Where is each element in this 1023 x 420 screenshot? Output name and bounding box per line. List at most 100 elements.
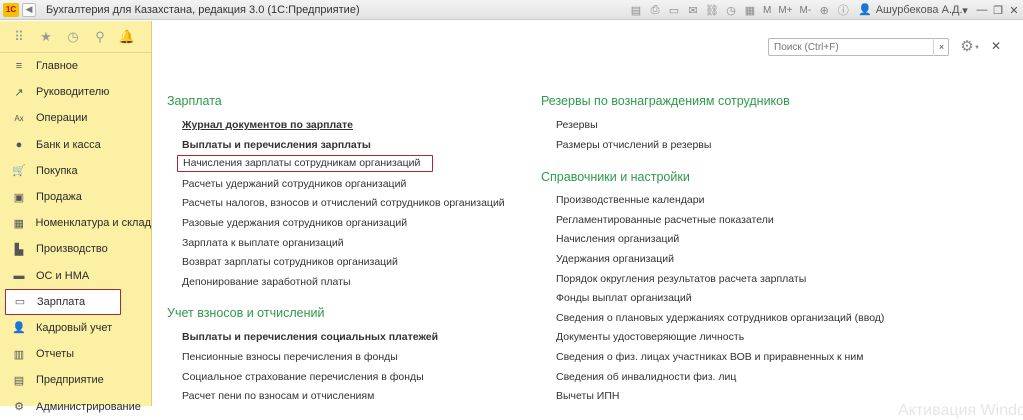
print-icon[interactable]: ⎙: [647, 2, 663, 18]
highlight-wrapper: Начисления зарплаты сотрудникам организа…: [167, 155, 537, 175]
save-icon[interactable]: ▤: [628, 2, 644, 18]
nav-link[interactable]: Расчеты налогов, взносов и отчислений со…: [167, 194, 537, 214]
zoom-icon[interactable]: ⊕: [816, 2, 832, 18]
close-window-icon[interactable]: ✕: [1006, 2, 1022, 18]
history-icon[interactable]: ◷: [723, 2, 739, 18]
link-icon[interactable]: ⛓: [704, 2, 720, 18]
sidebar-item-sale[interactable]: ▣ Продажа: [0, 184, 151, 210]
menu-icon: ≡: [15, 60, 23, 73]
back-button[interactable]: ◀: [22, 2, 36, 17]
sidebar-item-label: Продажа: [36, 191, 82, 204]
memory-plus-button[interactable]: M+: [776, 2, 794, 18]
admin-icon: ⚙: [14, 401, 24, 414]
left-column: Зарплата Журнал документов по зарплате В…: [167, 94, 537, 407]
nav-link[interactable]: Начисления организаций: [541, 230, 961, 250]
sale-icon: ▣: [13, 191, 25, 204]
sections-panel: ⠿ ★ ◷ ⚲ 🔔 ≡ Главное ↗ Руководителю Ax Опера…: [0, 21, 152, 413]
nav-link[interactable]: Сведения об инвалидности физ. лиц: [541, 368, 961, 388]
sidebar-item-label: Операции: [36, 112, 88, 125]
nav-link[interactable]: Резервы: [541, 116, 961, 136]
sidebar-item-reports[interactable]: ▥ Отчеты: [0, 341, 151, 367]
minimize-icon[interactable]: —: [974, 2, 990, 18]
chevron-down-icon[interactable]: ▼: [974, 45, 980, 51]
section-title-salary: Зарплата: [167, 94, 222, 108]
nav-link[interactable]: Удержания организаций: [541, 250, 961, 270]
nav-link[interactable]: Расчеты удержаний сотрудников организаци…: [167, 175, 537, 195]
mail-icon[interactable]: ✉: [685, 2, 701, 18]
nav-link[interactable]: Зарплата к выплате организаций: [167, 234, 537, 254]
clear-search-icon[interactable]: ×: [933, 38, 949, 56]
nav-link[interactable]: Пенсионные взносы перечисления в фонды: [167, 348, 537, 368]
nav-link[interactable]: Размеры отчислений в резервы: [541, 136, 961, 156]
history-icon[interactable]: ◷: [64, 28, 82, 46]
sidebar-item-manager[interactable]: ↗ Руководителю: [0, 79, 151, 105]
sidebar-item-bank[interactable]: ● Банк и касса: [0, 132, 151, 158]
sidebar-item-label: Зарплата: [37, 295, 86, 308]
nav-link[interactable]: Фонды выплат организаций: [541, 289, 961, 309]
favorites-icon[interactable]: ★: [37, 28, 55, 46]
sidebar-item-label: Кадровый учет: [36, 321, 113, 334]
sidebar-item-admin[interactable]: ⚙ Администрирование: [0, 393, 151, 419]
sidebar-item-enterprise[interactable]: ▤ Предприятие: [0, 367, 151, 393]
user-menu[interactable]: 👤 Ашурбекова А.Д.: [858, 3, 963, 17]
nav-link[interactable]: Возврат зарплаты сотрудников организаций: [167, 253, 537, 273]
nav-link[interactable]: Выплаты и перечисления социальных платеж…: [167, 328, 537, 348]
nav-link[interactable]: Производственные календари: [541, 191, 961, 211]
sidebar-item-label: Покупка: [36, 164, 78, 177]
cart-icon: 🛒: [12, 165, 26, 178]
sidebar-item-warehouse[interactable]: ▦ Номенклатура и склад: [0, 210, 151, 236]
calendar-icon[interactable]: ▦: [742, 2, 758, 18]
search-icon[interactable]: ⚲: [91, 28, 109, 46]
warehouse-icon: ▦: [13, 217, 24, 230]
nav-link[interactable]: Выплаты и перечисления зарплаты: [167, 136, 537, 156]
user-name: Ашурбекова А.Д.: [875, 3, 963, 16]
sidebar-item-label: Банк и касса: [36, 138, 101, 151]
nav-link[interactable]: Депонирование заработной платы: [167, 273, 537, 293]
sidebar-item-production[interactable]: ▙ Производство: [0, 236, 151, 262]
sidebar-item-main[interactable]: ≡ Главное: [0, 53, 151, 79]
watermark: Активация Windows: [898, 402, 1023, 419]
preview-icon[interactable]: ▭: [666, 2, 682, 18]
user-icon: 👤: [858, 4, 872, 16]
reports-icon: ▥: [13, 348, 25, 361]
sidebar-item-operations[interactable]: Ax Операции: [0, 105, 151, 131]
nav-link[interactable]: Сведения о плановых удержаниях сотрудник…: [541, 309, 961, 329]
nav-link[interactable]: Социальное страхование перечисления в фо…: [167, 368, 537, 388]
nav-link[interactable]: Порядок округления результатов расчета з…: [541, 270, 961, 290]
sidebar-item-personnel[interactable]: 👤 Кадровый учет: [0, 315, 151, 341]
sidebar-toolbar: ⠿ ★ ◷ ⚲ 🔔: [0, 21, 151, 53]
search-input[interactable]: [768, 38, 949, 56]
sidebar-item-label: Администрирование: [36, 400, 141, 413]
apps-grid-icon[interactable]: ⠿: [10, 28, 28, 46]
nav-link[interactable]: Расчет пени по взносам и отчислениям: [167, 387, 537, 407]
operations-icon: Ax: [14, 113, 24, 123]
memory-button[interactable]: M: [761, 2, 773, 18]
sidebar-list: ≡ Главное ↗ Руководителю Ax Операции ● Банк …: [0, 53, 151, 420]
notifications-icon[interactable]: 🔔: [118, 28, 136, 46]
close-icon[interactable]: ✕: [989, 39, 1003, 53]
info-icon[interactable]: ⓘ: [835, 2, 851, 18]
nav-link[interactable]: Документы удостоверяющие личность: [541, 328, 961, 348]
nav-link[interactable]: Регламентированные расчетные показатели: [541, 211, 961, 231]
sidebar-item-label: Отчеты: [36, 348, 75, 361]
section-content: × ⚙ ▼ ✕ Зарплата Журнал документов по за…: [153, 21, 1023, 419]
sidebar-item-salary[interactable]: ▭ Зарплата: [5, 288, 121, 315]
sidebar-item-purchase[interactable]: 🛒 Покупка: [0, 158, 151, 184]
section-title-reserves: Резервы по вознаграждениям сотрудников: [541, 94, 790, 108]
salary-icon: ▭: [14, 296, 26, 309]
sidebar-item-assets[interactable]: ▬ ОС и НМА: [0, 263, 151, 289]
restore-icon[interactable]: ❐: [990, 2, 1006, 18]
sidebar-item-label: ОС и НМА: [36, 269, 90, 282]
title-toolbar: ▤ ⎙ ▭ ✉ ⛓ ◷ ▦ M M+ M- ⊕ ⓘ: [628, 2, 854, 18]
nav-link-highlighted[interactable]: Начисления зарплаты сотрудникам организа…: [177, 155, 434, 173]
memory-minus-button[interactable]: M-: [798, 2, 814, 18]
nav-link[interactable]: Сведения о физ. лицах участниках ВОВ и п…: [541, 348, 961, 368]
nav-link[interactable]: Журнал документов по зарплате: [167, 116, 537, 136]
sidebar-item-label: Руководителю: [36, 86, 110, 99]
nav-link[interactable]: Разовые удержания сотрудников организаци…: [167, 214, 537, 234]
dropdown-icon[interactable]: ▾: [957, 2, 973, 18]
right-column: Резервы по вознаграждениям сотрудников Р…: [541, 94, 961, 407]
section-title-contributions: Учет взносов и отчислений: [167, 306, 325, 321]
sidebar-item-label: Главное: [36, 60, 79, 73]
bank-icon: ●: [15, 138, 23, 151]
